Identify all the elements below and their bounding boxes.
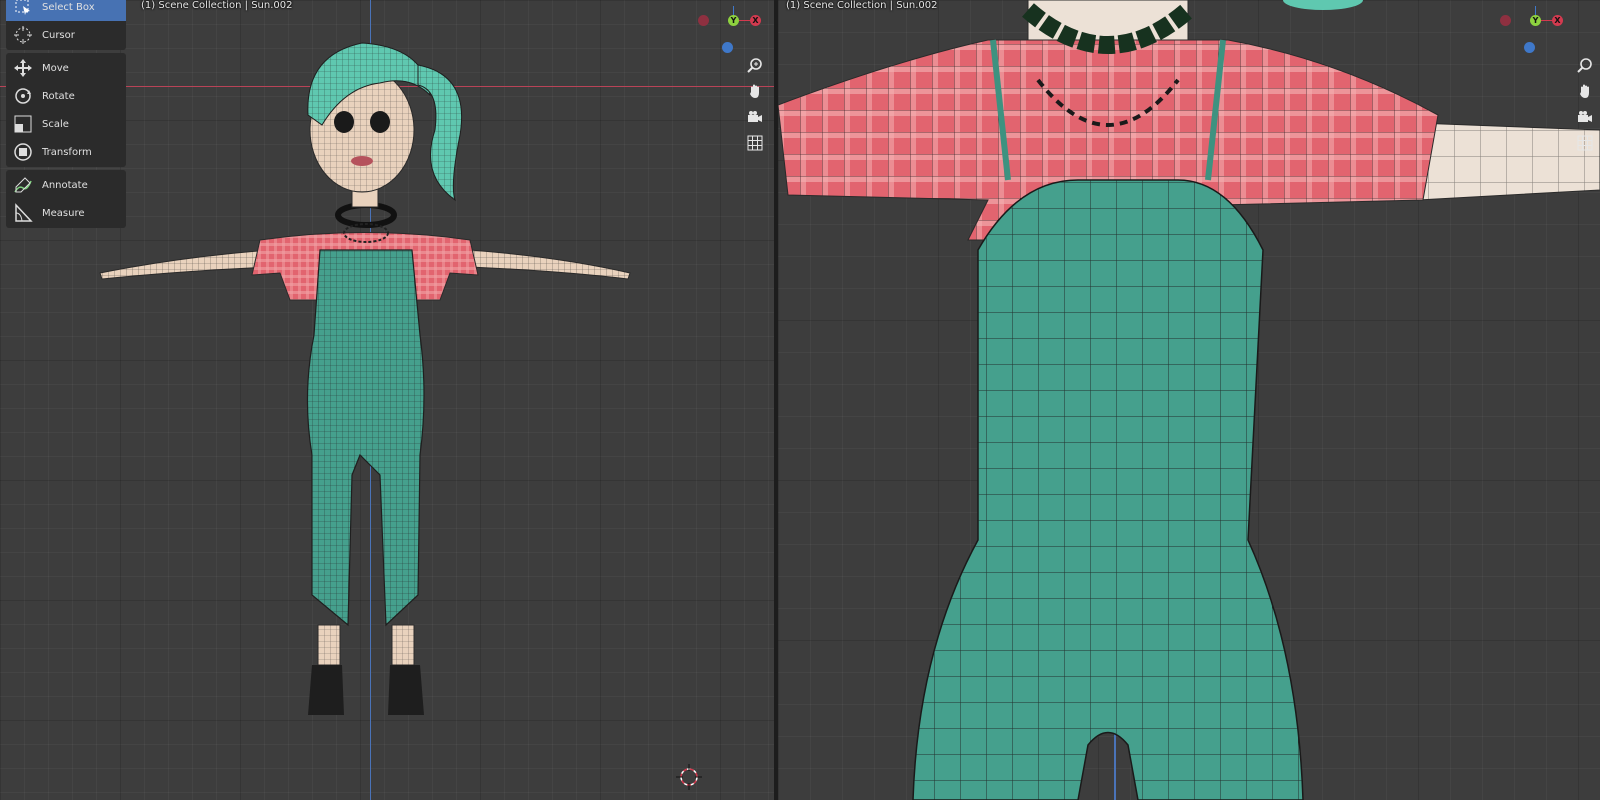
tool-move[interactable]: Move <box>6 54 126 82</box>
measure-icon <box>12 202 34 224</box>
character-mesh[interactable] <box>90 35 650 735</box>
gizmo-neg-x[interactable] <box>698 15 709 26</box>
tool-group-transform: Move Rotate Scale Transform <box>6 53 126 167</box>
tool-cursor[interactable]: Cursor <box>6 21 126 49</box>
annotate-icon <box>12 174 34 196</box>
tool-group-annotate: Annotate Measure <box>6 170 126 228</box>
hand-pan-icon <box>1580 84 1589 98</box>
tool-transform[interactable]: Transform <box>6 138 126 166</box>
axis-gizmo[interactable]: Y X <box>698 6 764 56</box>
gizmo-x[interactable]: X <box>750 15 761 26</box>
camera-icon <box>748 111 762 122</box>
camera-button[interactable] <box>1574 106 1596 128</box>
gizmo-neg-z[interactable] <box>722 42 733 53</box>
rotate-icon <box>12 85 34 107</box>
grid-icon <box>747 135 763 151</box>
gizmo-neg-x[interactable] <box>1500 15 1511 26</box>
zoom-icon <box>1577 58 1592 73</box>
cursor-icon <box>12 24 34 46</box>
zoom-button[interactable] <box>744 54 766 76</box>
ortho-grid-button[interactable] <box>1574 132 1596 154</box>
scale-icon <box>12 113 34 135</box>
axis-gizmo[interactable]: Y X <box>1500 6 1566 56</box>
tool-group-select: Select Box Cursor <box>6 0 126 50</box>
zoom-button[interactable] <box>1574 54 1596 76</box>
pan-button[interactable] <box>1574 80 1596 102</box>
3d-cursor-icon[interactable] <box>676 764 702 790</box>
camera-button[interactable] <box>744 106 766 128</box>
viewport-right[interactable]: (1) Scene Collection | Sun.002 Y X <box>778 0 1600 800</box>
transform-icon <box>12 141 34 163</box>
tool-rotate[interactable]: Rotate <box>6 82 126 110</box>
character-closeup-mesh[interactable] <box>778 0 1600 800</box>
gizmo-y[interactable]: Y <box>728 15 739 26</box>
tool-select-box[interactable]: Select Box <box>6 0 126 21</box>
scene-label: (1) Scene Collection | Sun.002 <box>141 0 293 11</box>
tool-scale[interactable]: Scale <box>6 110 126 138</box>
hand-pan-icon <box>750 84 759 98</box>
select-box-icon <box>12 0 34 18</box>
grid-icon <box>1577 135 1593 151</box>
viewport-left[interactable]: (1) Scene Collection | Sun.002 Select Bo… <box>0 0 774 800</box>
move-icon <box>12 57 34 79</box>
gizmo-x[interactable]: X <box>1552 15 1563 26</box>
ortho-grid-button[interactable] <box>744 132 766 154</box>
tool-annotate[interactable]: Annotate <box>6 171 126 199</box>
camera-icon <box>1578 111 1592 122</box>
pan-button[interactable] <box>744 80 766 102</box>
gizmo-y[interactable]: Y <box>1530 15 1541 26</box>
toolbar: Select Box Cursor Move Rotate Scale Tran… <box>6 0 126 231</box>
tool-measure[interactable]: Measure <box>6 199 126 227</box>
gizmo-neg-z[interactable] <box>1524 42 1535 53</box>
zoom-icon <box>747 58 762 73</box>
